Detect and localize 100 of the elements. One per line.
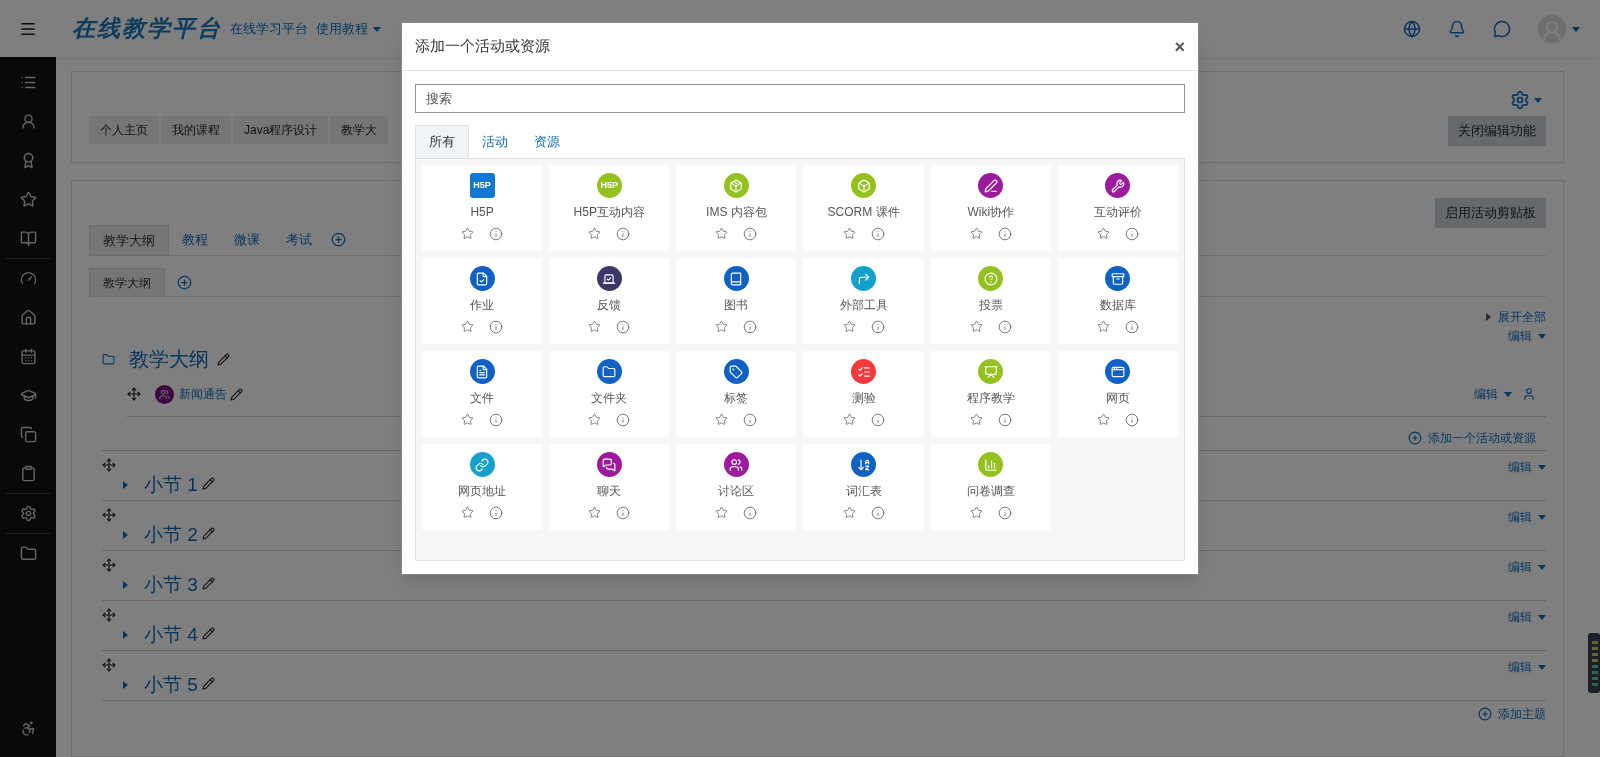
activity-card[interactable]: 互动评价 — [1057, 165, 1178, 251]
star-icon[interactable] — [969, 506, 983, 519]
move-icon[interactable] — [102, 558, 116, 572]
activity-card[interactable]: 反馈 — [549, 258, 670, 344]
course-tab[interactable]: 微课 — [221, 225, 273, 255]
edit-icon[interactable] — [201, 477, 215, 490]
star-icon[interactable] — [715, 413, 729, 426]
move-icon[interactable] — [102, 608, 116, 622]
info-icon[interactable] — [1124, 320, 1139, 334]
edit-icon[interactable] — [230, 387, 243, 401]
info-icon[interactable] — [489, 320, 504, 334]
settings-icon[interactable] — [1510, 90, 1530, 110]
info-icon[interactable] — [743, 227, 758, 241]
star-icon[interactable] — [715, 227, 729, 240]
list-icon[interactable] — [19, 74, 37, 91]
home-icon[interactable] — [19, 309, 37, 326]
star-icon[interactable] — [461, 227, 475, 240]
info-icon[interactable] — [616, 227, 631, 241]
breadcrumb-item[interactable]: Java程序设计 — [233, 116, 329, 144]
move-icon[interactable] — [102, 508, 116, 522]
notification-icon[interactable] — [1448, 19, 1466, 38]
star-icon[interactable] — [461, 320, 475, 333]
info-icon[interactable] — [870, 320, 885, 334]
add-tab-icon[interactable] — [177, 275, 192, 290]
info-icon[interactable] — [743, 320, 758, 334]
edit-menu-link[interactable]: 编辑 — [1508, 658, 1532, 676]
star-icon[interactable] — [842, 227, 856, 240]
modal-tab[interactable]: 所有 — [415, 125, 469, 158]
info-icon[interactable] — [870, 506, 885, 520]
edit-icon[interactable] — [217, 352, 230, 366]
activity-card[interactable]: H5P H5P互动内容 — [549, 165, 670, 251]
activity-card[interactable]: SCORM 课件 — [803, 165, 924, 251]
star-icon[interactable] — [842, 320, 856, 333]
folder-icon[interactable] — [19, 545, 37, 562]
add-topic-link[interactable]: 添加主题 — [1498, 705, 1546, 723]
star-icon[interactable] — [969, 413, 983, 426]
info-icon[interactable] — [616, 506, 631, 520]
edit-menu-link[interactable]: 编辑 — [1508, 608, 1532, 626]
modal-tab[interactable]: 资源 — [521, 125, 573, 158]
activity-card[interactable]: 网页地址 — [422, 444, 543, 530]
star-icon[interactable] — [1096, 320, 1110, 333]
edit-menu-link[interactable]: 编辑 — [1474, 385, 1498, 403]
move-icon[interactable] — [127, 387, 141, 401]
info-icon[interactable] — [870, 413, 885, 427]
star-icon[interactable] — [715, 320, 729, 333]
activity-link[interactable]: 新闻通告 — [179, 385, 227, 403]
star-icon[interactable] — [588, 227, 602, 240]
activity-card[interactable]: 文件夹 — [549, 351, 670, 437]
star-icon[interactable] — [969, 320, 983, 333]
nav-link[interactable]: 使用教程 — [316, 18, 368, 39]
info-icon[interactable] — [743, 506, 758, 520]
edit-menu-link[interactable]: 编辑 — [1508, 327, 1532, 345]
info-icon[interactable] — [743, 413, 758, 427]
info-icon[interactable] — [1124, 413, 1139, 427]
activity-card[interactable]: 数据库 — [1057, 258, 1178, 344]
search-field[interactable]: 搜索 — [415, 84, 1185, 113]
user-icon[interactable] — [19, 113, 37, 130]
modal-tab[interactable]: 活动 — [469, 125, 521, 158]
language-icon[interactable] — [1403, 19, 1421, 38]
activity-card[interactable]: 程序教学 — [930, 351, 1051, 437]
breadcrumb-item[interactable]: 教学大 — [330, 116, 389, 144]
activity-card[interactable]: IMS 内容包 — [676, 165, 797, 251]
breadcrumb-item[interactable]: 我的课程 — [161, 116, 231, 144]
star-icon[interactable] — [1096, 227, 1110, 240]
edit-icon[interactable] — [201, 627, 215, 640]
info-icon[interactable] — [870, 227, 885, 241]
star-icon[interactable] — [842, 413, 856, 426]
clipboard-icon[interactable] — [19, 465, 37, 482]
edit-icon[interactable] — [201, 577, 215, 590]
info-icon[interactable] — [489, 227, 504, 241]
info-icon[interactable] — [997, 413, 1012, 427]
move-icon[interactable] — [102, 458, 116, 472]
activity-card[interactable]: 词汇表 — [803, 444, 924, 530]
clipboard-button[interactable]: 启用活动剪贴板 — [1435, 198, 1546, 228]
activity-card[interactable]: 文件 — [422, 351, 543, 437]
info-icon[interactable] — [616, 413, 631, 427]
activity-card[interactable]: 标签 — [676, 351, 797, 437]
info-icon[interactable] — [997, 506, 1012, 520]
expand-all-link[interactable]: 展开全部 — [1498, 308, 1546, 326]
star-icon[interactable] — [588, 320, 602, 333]
star-icon[interactable] — [588, 506, 602, 519]
add-activity-link[interactable]: 添加一个活动或资源 — [1428, 428, 1536, 447]
activity-card[interactable]: Wiki协作 — [930, 165, 1051, 251]
activity-card[interactable]: 聊天 — [549, 444, 670, 530]
activity-card[interactable]: 测验 — [803, 351, 924, 437]
star-icon[interactable] — [461, 413, 475, 426]
info-icon[interactable] — [489, 506, 504, 520]
copy-icon[interactable] — [19, 426, 37, 443]
star-icon[interactable] — [969, 227, 983, 240]
star-icon[interactable] — [715, 506, 729, 519]
graduation-cap-icon[interactable] — [19, 387, 37, 404]
sub-tab[interactable]: 教学大纲 — [89, 268, 165, 296]
add-tab-icon[interactable] — [331, 232, 346, 247]
gauge-icon[interactable] — [19, 270, 37, 287]
activity-card[interactable]: 讨论区 — [676, 444, 797, 530]
course-tab[interactable]: 教学大纲 — [89, 225, 169, 255]
message-icon[interactable] — [1493, 19, 1511, 38]
info-icon[interactable] — [616, 320, 631, 334]
accessibility-icon[interactable] — [19, 720, 37, 737]
edit-menu-link[interactable]: 编辑 — [1508, 508, 1532, 526]
